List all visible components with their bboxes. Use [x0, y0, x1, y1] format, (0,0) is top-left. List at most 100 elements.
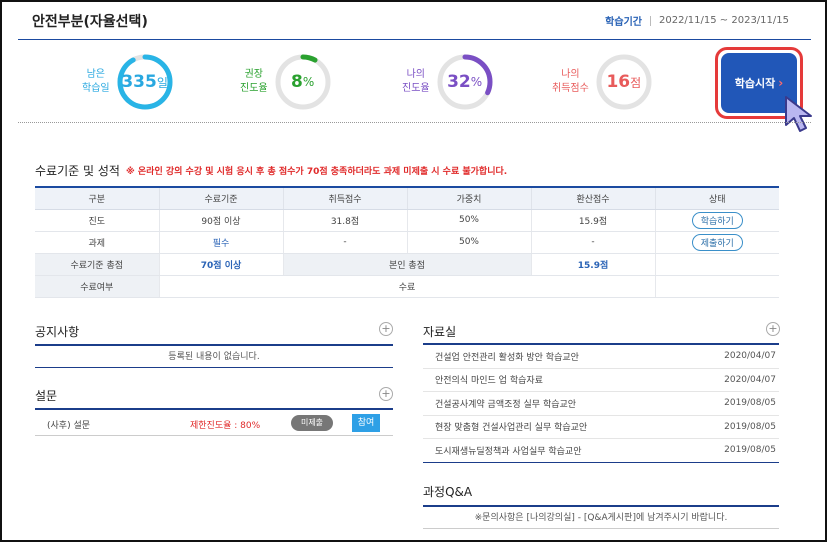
page-frame: 안전부분(자율선택) 학습기간 2022/11/15 ~ 2023/11/15 … [0, 0, 827, 542]
study-button[interactable]: 학습하기 [691, 211, 743, 229]
cell-standard: 필수 [159, 231, 284, 254]
cell-weight: 50% [407, 209, 532, 232]
resource-title[interactable]: 건설업 안전관리 활성화 방안 학습교안 [435, 350, 579, 363]
stat-label: 나의 진도율 [402, 68, 430, 96]
list-item[interactable]: 현장 맞춤형 건설사업관리 실무 학습교안 2019/08/05 [423, 416, 779, 439]
resource-date: 2019/08/05 [724, 421, 776, 432]
stat-value: 16 점 [595, 53, 653, 111]
stat-number: 8 [290, 72, 303, 92]
stat-label-line: 나의 [561, 69, 580, 80]
stat-label-line: 나의 [406, 69, 425, 80]
my-total-label: 본인 총점 [283, 253, 532, 276]
resource-date: 2019/08/05 [724, 398, 776, 409]
start-button-label: 학습시작 [734, 77, 776, 90]
stat-label-line: 진도율 [240, 83, 268, 94]
stat-label: 나의 취득점수 [552, 68, 589, 96]
plus-circle-icon[interactable]: + [379, 322, 393, 336]
chevron-right-icon: › [778, 76, 784, 90]
resource-date: 2019/08/05 [724, 445, 776, 456]
stat-my-progress: 나의 진도율 32% [402, 53, 494, 111]
stat-label-line: 취득점수 [552, 83, 589, 94]
stat-remaining-days: 남은 학습일 335 일 [82, 53, 174, 111]
criteria-note: ※ 온라인 강의 수강 및 시험 응시 후 총 점수가 70점 충족하더라도 과… [126, 167, 508, 177]
criteria-table: 구분 수료기준 취득점수 가중치 환산점수 상태 진도 90점 이상 31.8점… [35, 186, 779, 298]
list-item: (사후) 설문 제한진도율 : 80% 미제출 참여 [35, 410, 393, 436]
resource-date: 2020/04/07 [724, 351, 776, 362]
stat-label: 남은 학습일 [82, 68, 110, 96]
progress-ring: 16 점 [595, 53, 653, 111]
progress-ring: 8% [274, 53, 332, 111]
table-row: 진도 90점 이상 31.8점 50% 15.9점 학습하기 [35, 209, 779, 232]
stat-label-line: 진도율 [402, 83, 430, 94]
stat-recommended-progress: 권장 진도율 8% [240, 53, 332, 111]
survey-name: (사후) 설문 [47, 421, 91, 431]
column-header: 가중치 [407, 186, 532, 210]
column-header: 상태 [655, 186, 779, 210]
cell-score: 31.8점 [283, 209, 408, 232]
period-value: 2022/11/15 ~ 2023/11/15 [658, 15, 789, 26]
section-divider [18, 122, 811, 123]
mouse-pointer-icon [785, 96, 812, 132]
qa-note: ※문의사항은 [나의강의실] - [Q&A게시판]에 남겨주시기 바랍니다. [423, 507, 779, 529]
resources-list: 건설업 안전관리 활성화 방안 학습교안 2020/04/07 안전의식 마인드… [423, 345, 779, 463]
plus-circle-icon[interactable]: + [379, 387, 393, 401]
completion-value: 수료 [159, 275, 656, 298]
header-divider [18, 39, 811, 40]
stat-number: 335 [121, 72, 157, 92]
list-item[interactable]: 도시재생뉴딜정책과 사업실무 학습교안 2019/08/05 [423, 439, 779, 463]
stat-label-line: 권장 [244, 69, 263, 80]
cell-status: 학습하기 [655, 209, 779, 232]
table-row: 과제 필수 - 50% - 제출하기 [35, 231, 779, 254]
stat-unit: % [470, 75, 483, 89]
study-period: 학습기간 2022/11/15 ~ 2023/11/15 [605, 13, 789, 28]
total-standard: 70점 이상 [159, 253, 284, 276]
list-item[interactable]: 건설업 안전관리 활성화 방안 학습교안 2020/04/07 [423, 345, 779, 369]
stat-unit: % [302, 75, 315, 89]
cell-weight: 50% [407, 231, 532, 254]
stat-number: 32 [447, 72, 471, 92]
stat-unit: 점 [630, 75, 642, 90]
column-header: 환산점수 [531, 186, 656, 210]
resource-title[interactable]: 도시재생뉴딜정책과 사업실무 학습교안 [435, 444, 581, 457]
stat-my-score: 나의 취득점수 16 점 [552, 53, 653, 111]
list-item[interactable]: 건설공사계약 금액조정 실무 학습교안 2019/08/05 [423, 392, 779, 416]
my-total-value: 15.9점 [531, 253, 656, 276]
divider [649, 15, 651, 26]
plus-circle-icon[interactable]: + [766, 322, 780, 336]
stat-value: 8% [274, 53, 332, 111]
resources-title: 자료실 [423, 325, 457, 339]
cell-status: 제출하기 [655, 231, 779, 254]
resource-title[interactable]: 현장 맞춤형 건설사업관리 실무 학습교안 [435, 420, 587, 433]
table-total-row: 수료기준 총점 70점 이상 본인 총점 15.9점 [35, 253, 779, 276]
column-header: 취득점수 [283, 186, 408, 210]
stat-number: 16 [606, 72, 631, 92]
criteria-title: 수료기준 및 성적 [35, 164, 120, 178]
notice-title: 공지사항 [35, 325, 80, 339]
completion-label: 수료여부 [35, 275, 160, 298]
page-title: 안전부분(자율선택) [32, 14, 148, 30]
cell-type: 진도 [35, 209, 160, 232]
list-item[interactable]: 안전의식 마인드 업 학습자료 2020/04/07 [423, 369, 779, 392]
progress-ring: 335 일 [116, 53, 174, 111]
resource-title[interactable]: 건설공사계약 금액조정 실무 학습교안 [435, 397, 576, 410]
cell-score: - [283, 231, 408, 254]
period-label: 학습기간 [605, 17, 642, 28]
survey-title: 설문 [35, 389, 58, 403]
stat-label: 권장 진도율 [240, 68, 268, 96]
qa-title: 과정Q&A [423, 485, 473, 499]
column-header: 수료기준 [159, 186, 284, 210]
stat-unit: 일 [156, 75, 168, 90]
notice-empty-message: 등록된 내용이 없습니다. [35, 346, 393, 368]
resource-title[interactable]: 안전의식 마인드 업 학습자료 [435, 373, 543, 386]
submit-button[interactable]: 제출하기 [691, 233, 743, 251]
table-header-row: 구분 수료기준 취득점수 가중치 환산점수 상태 [35, 186, 779, 210]
join-survey-button[interactable]: 참여 [352, 414, 380, 432]
stat-value: 335 일 [116, 53, 174, 111]
status-badge: 미제출 [291, 415, 333, 431]
empty-cell [655, 253, 779, 276]
progress-ring: 32% [436, 53, 494, 111]
cell-converted: 15.9점 [531, 209, 656, 232]
cell-type: 과제 [35, 231, 160, 254]
total-label: 수료기준 총점 [35, 253, 160, 276]
resource-date: 2020/04/07 [724, 374, 776, 385]
